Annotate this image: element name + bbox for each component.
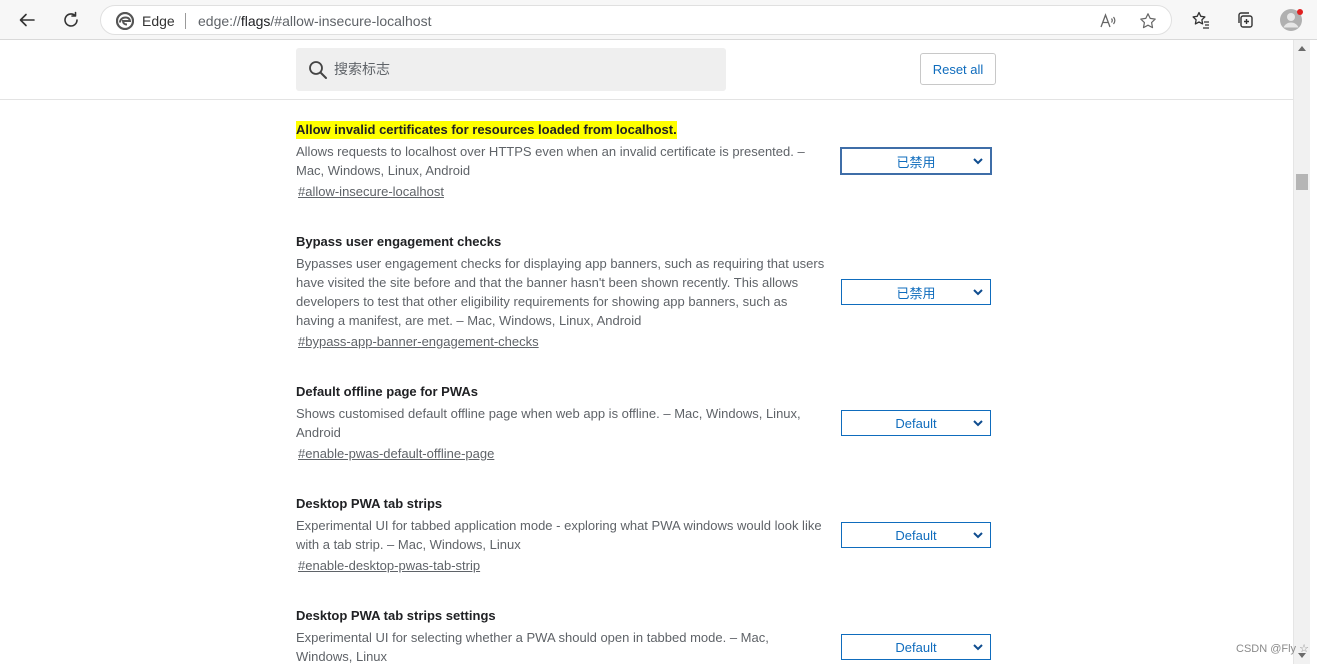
flag-description: Bypasses user engagement checks for disp… (296, 256, 825, 328)
watermark-text: CSDN @Fly ☆ (1236, 643, 1309, 655)
flag-title: Desktop PWA tab strips (296, 496, 443, 511)
flag-title: Default offline page for PWAs (296, 384, 479, 399)
refresh-button[interactable] (56, 6, 86, 34)
star-icon (1140, 13, 1156, 29)
flag-permalink[interactable]: #enable-pwas-default-offline-page (298, 445, 494, 463)
arrow-left-icon (19, 13, 35, 27)
flag-item: Desktop PWA tab strips settings Experime… (296, 607, 996, 664)
edge-logo-icon (116, 12, 134, 30)
flags-header: Reset all (0, 40, 1293, 100)
flag-select-value: Default (895, 527, 937, 543)
avatar-icon (1280, 9, 1303, 31)
flag-select-value: Default (895, 639, 937, 655)
flag-select-value: 已禁用 (896, 285, 936, 301)
flag-item: Allow invalid certificates for resources… (296, 121, 996, 201)
flag-description: Experimental UI for selecting whether a … (296, 630, 769, 664)
flag-description: Allows requests to localhost over HTTPS … (296, 144, 805, 178)
search-input[interactable] (334, 59, 714, 79)
vertical-scrollbar[interactable] (1293, 40, 1310, 664)
favorites-button[interactable] (1186, 6, 1216, 34)
flag-select[interactable]: Default (841, 410, 991, 436)
read-aloud-icon (1100, 13, 1116, 28)
flag-title: Desktop PWA tab strips settings (296, 608, 496, 623)
address-bar[interactable]: Edge edge://flags/#allow-insecure-localh… (100, 5, 1172, 35)
search-box[interactable] (296, 48, 726, 91)
flag-select-value: 已禁用 (896, 154, 936, 170)
flag-description: Shows customised default offline page wh… (296, 406, 801, 440)
flag-item: Bypass user engagement checks Bypasses u… (296, 233, 996, 351)
back-button[interactable] (12, 6, 42, 34)
address-divider (185, 13, 186, 29)
reset-all-button[interactable]: Reset all (920, 53, 996, 85)
collections-icon (1238, 12, 1253, 28)
flag-item: Default offline page for PWAs Shows cust… (296, 383, 996, 463)
url-text[interactable]: edge://flags/#allow-insecure-localhost (198, 13, 431, 29)
flag-permalink[interactable]: #allow-insecure-localhost (298, 183, 444, 201)
favorites-list-icon (1192, 11, 1209, 29)
flag-select[interactable]: Default (841, 634, 991, 660)
search-icon (309, 61, 327, 79)
chevron-down-icon (973, 532, 983, 539)
flag-description: Experimental UI for tabbed application m… (296, 518, 822, 552)
flag-select[interactable]: 已禁用 (840, 147, 992, 175)
window-edge (1310, 40, 1317, 664)
favorite-button[interactable] (1137, 10, 1159, 32)
profile-button[interactable] (1276, 6, 1306, 34)
flag-permalink[interactable]: #bypass-app-banner-engagement-checks (298, 333, 539, 351)
flag-select[interactable]: 已禁用 (841, 279, 991, 305)
flag-select-value: Default (895, 415, 937, 431)
browser-toolbar: Edge edge://flags/#allow-insecure-localh… (0, 0, 1317, 40)
scrollbar-thumb[interactable] (1296, 174, 1308, 190)
chevron-down-icon (973, 158, 983, 165)
brand-label: Edge (142, 13, 175, 29)
flag-item: Desktop PWA tab strips Experimental UI f… (296, 495, 996, 575)
read-aloud-button[interactable] (1097, 10, 1119, 32)
flag-title: Allow invalid certificates for resources… (296, 121, 677, 139)
chevron-down-icon (973, 644, 983, 651)
refresh-icon (64, 11, 78, 27)
chevron-down-icon (973, 420, 983, 427)
collections-button[interactable] (1230, 6, 1260, 34)
flag-permalink[interactable]: #enable-desktop-pwas-tab-strip (298, 557, 480, 575)
flag-select[interactable]: Default (841, 522, 991, 548)
scroll-up-arrow-icon[interactable] (1298, 46, 1306, 51)
flag-title: Bypass user engagement checks (296, 234, 502, 249)
chevron-down-icon (973, 289, 983, 296)
